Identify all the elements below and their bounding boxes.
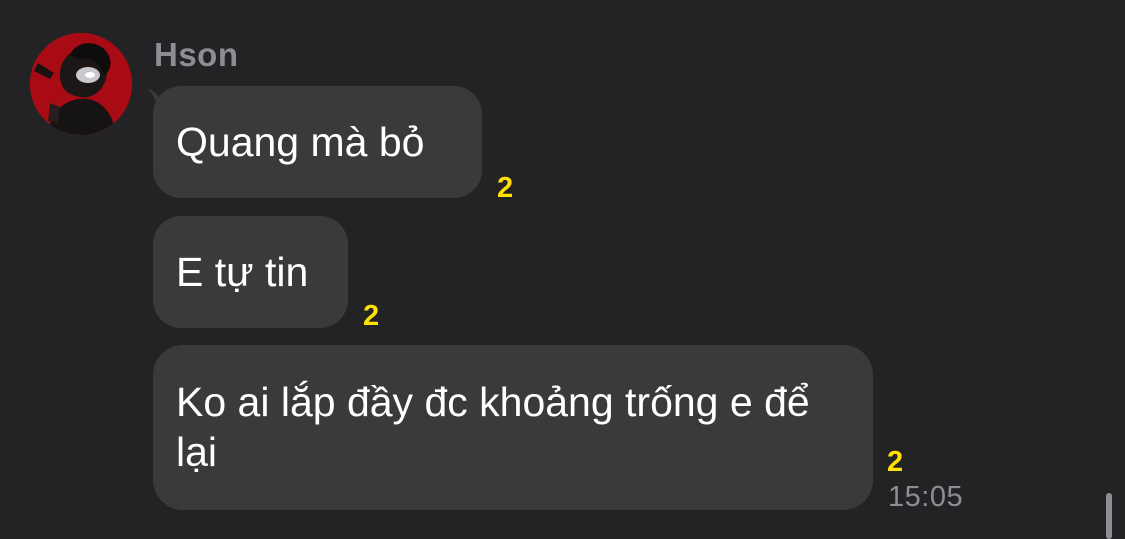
message-bubble[interactable]: Quang mà bỏ bbox=[153, 86, 482, 198]
reaction-count[interactable]: 2 bbox=[363, 300, 379, 333]
avatar-image bbox=[30, 33, 132, 135]
message-timestamp: 15:05 bbox=[888, 481, 964, 513]
chat-view: Hson Quang mà bỏ 2 E tự tin 2 Ko ai lắp … bbox=[0, 0, 1125, 539]
message-bubble[interactable]: Ko ai lắp đầy đc khoảng trống e để lại bbox=[153, 345, 873, 510]
message-bubble[interactable]: E tự tin bbox=[153, 216, 348, 328]
sender-name: Hson bbox=[154, 36, 239, 73]
message-text: E tự tin bbox=[176, 249, 309, 295]
message-text: Quang mà bỏ bbox=[176, 119, 425, 165]
avatar[interactable] bbox=[30, 33, 132, 135]
reaction-count[interactable]: 2 bbox=[497, 172, 513, 205]
message-text: Ko ai lắp đầy đc khoảng trống e để lại bbox=[176, 379, 810, 475]
scrollbar[interactable] bbox=[1106, 493, 1112, 539]
reaction-count[interactable]: 2 bbox=[887, 446, 903, 479]
